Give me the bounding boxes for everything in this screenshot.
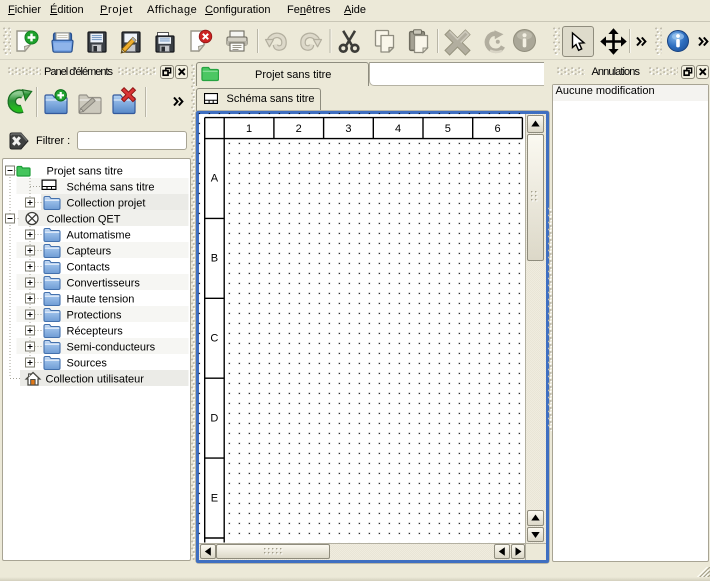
svg-text:4: 4 [395,123,401,135]
svg-text:3: 3 [345,123,351,135]
svg-text:D: D [210,412,218,424]
svg-text:Collection utilisateur: Collection utilisateur [45,374,144,386]
svg-text:Automatisme: Automatisme [66,230,130,242]
svg-text:5: 5 [445,123,451,135]
svg-text:Semi-conducteurs: Semi-conducteurs [66,342,155,354]
svg-text:B: B [211,253,218,265]
svg-text:C: C [210,333,218,345]
svg-text:Capteurs: Capteurs [66,246,111,258]
svg-text:Contacts: Contacts [66,262,110,274]
svg-text:Sources: Sources [66,358,107,370]
svg-text:Projet sans titre: Projet sans titre [46,166,122,178]
svg-text:Collection projet: Collection projet [66,198,145,210]
svg-text:E: E [211,492,218,504]
svg-text:2: 2 [296,123,302,135]
svg-text:Schéma sans titre: Schéma sans titre [66,182,154,194]
svg-text:1: 1 [246,123,252,135]
svg-text:6: 6 [494,123,500,135]
svg-text:A: A [211,173,219,185]
svg-text:Convertisseurs: Convertisseurs [66,278,140,290]
svg-text:Haute tension: Haute tension [66,294,134,306]
svg-text:Collection QET: Collection QET [46,214,120,226]
svg-text:Récepteurs: Récepteurs [66,326,123,338]
svg-text:Protections: Protections [66,310,122,322]
